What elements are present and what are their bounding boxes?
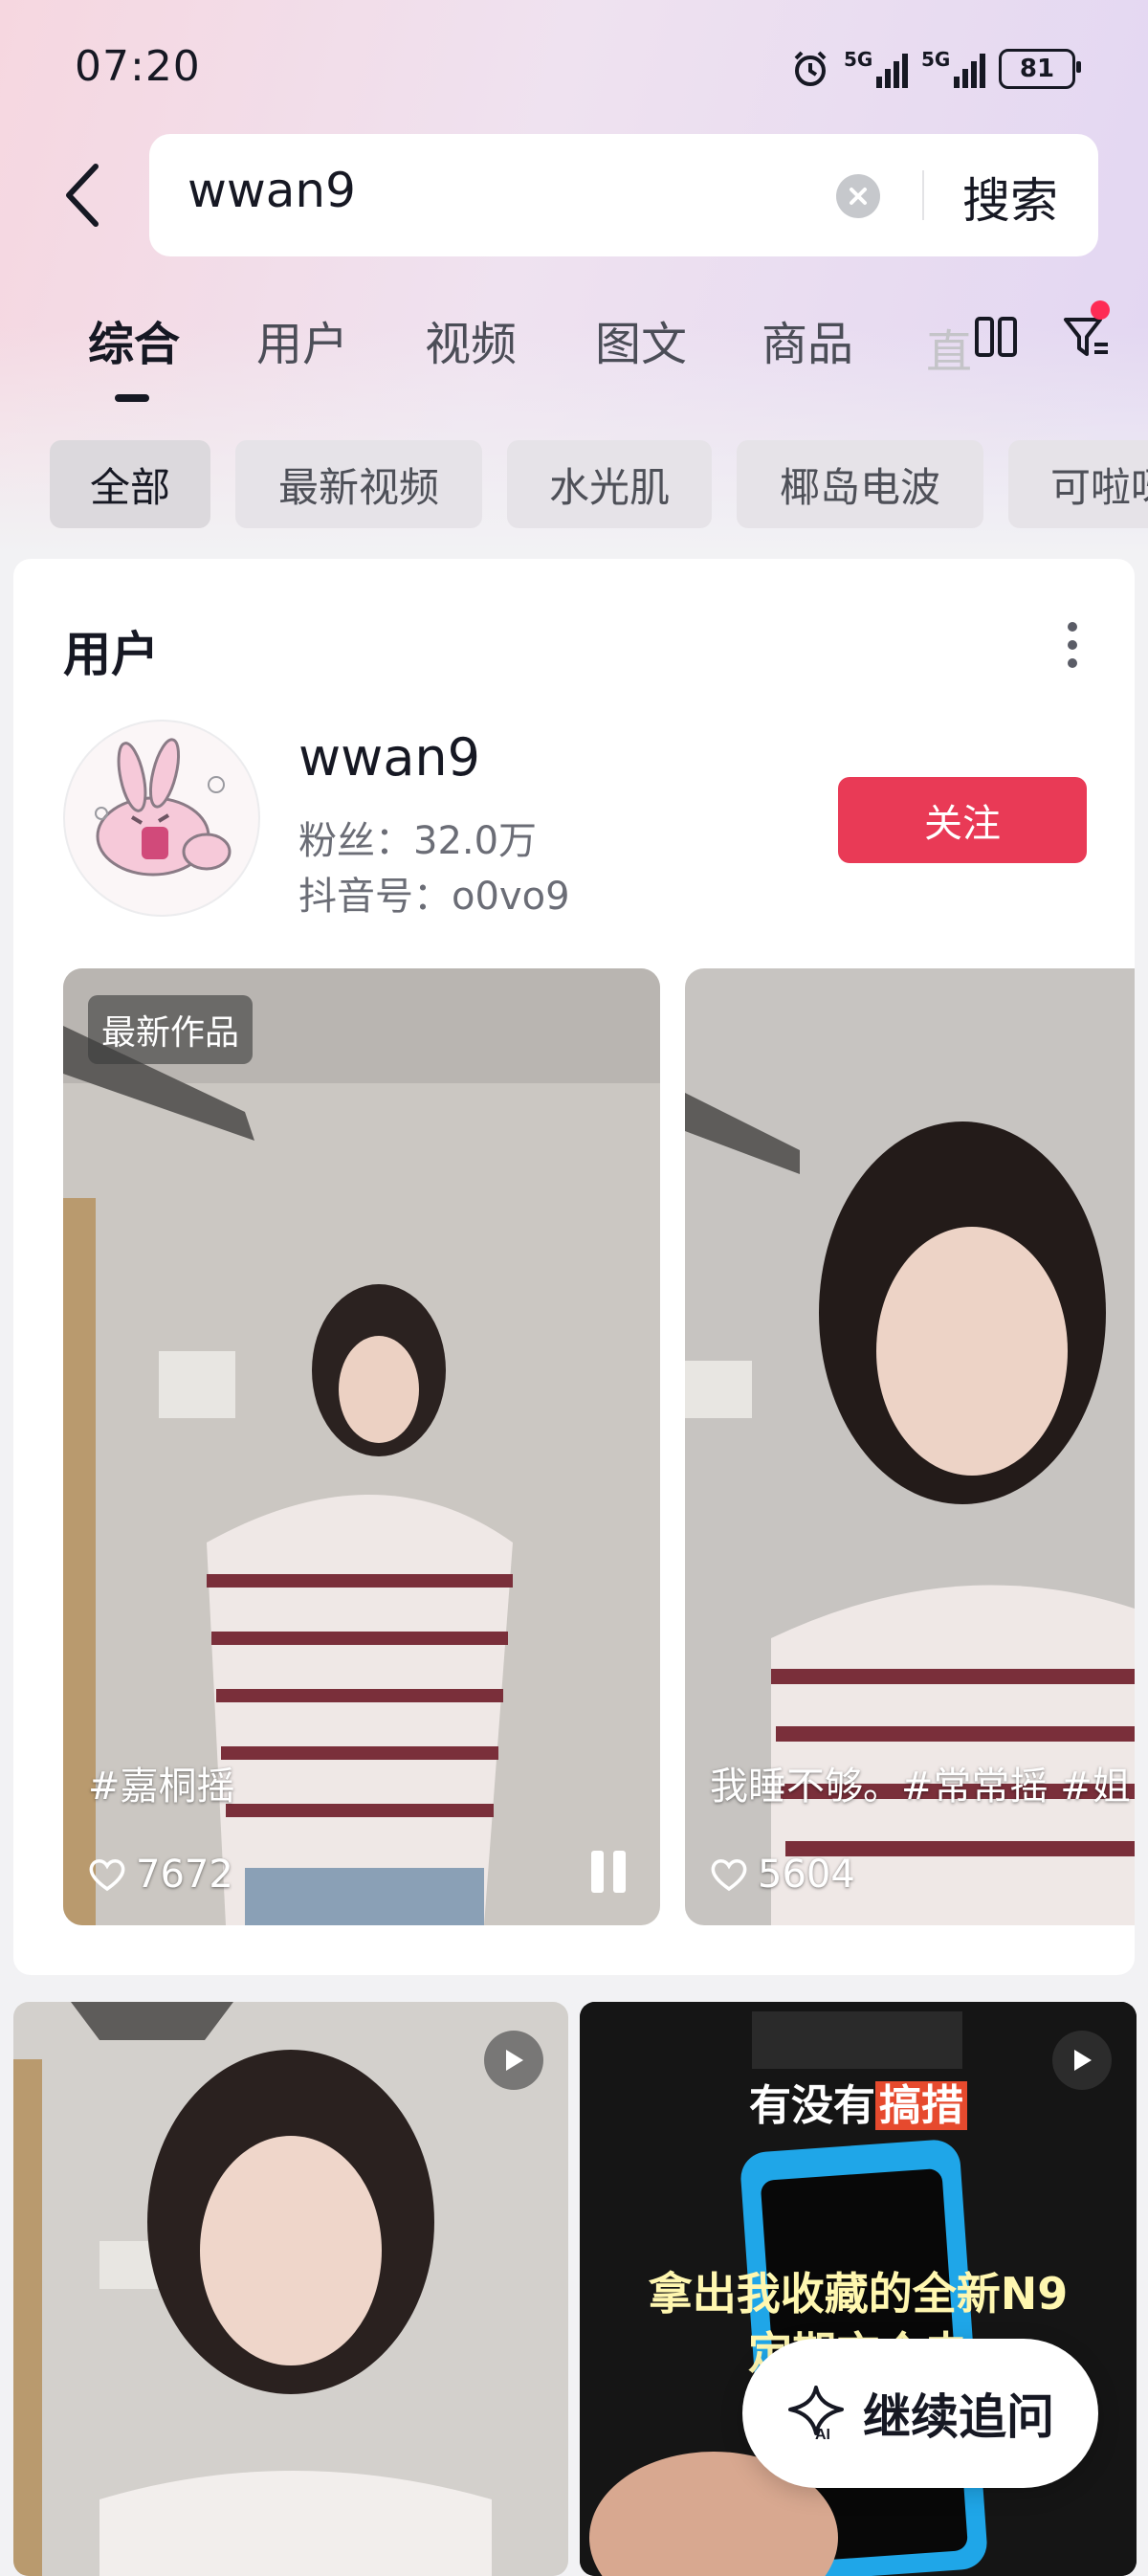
chip-coconut-wave[interactable]: 椰岛电波	[737, 440, 983, 528]
battery-icon: 81	[999, 49, 1081, 89]
filter-icon[interactable]	[1062, 312, 1112, 362]
section-title: 用户	[63, 627, 159, 682]
ai-button-label: 继续追问	[863, 2389, 1054, 2445]
grid-video-tile[interactable]	[13, 2002, 568, 2576]
grid-video-tile[interactable]: 有没有搞措 拿出我收藏的全新N9 定期充个电	[580, 2002, 1137, 2576]
like-count: 7672	[88, 1853, 233, 1897]
video-caption[interactable]: #嘉桐摇	[88, 1755, 235, 1810]
layout-toggle-icon[interactable]	[974, 316, 1018, 358]
tab-all[interactable]: 综合	[88, 306, 180, 373]
like-count: 5604	[710, 1853, 855, 1897]
signal-icon-2: 5G	[921, 48, 985, 88]
play-icon	[484, 2031, 543, 2090]
close-icon	[850, 188, 867, 205]
pause-icon[interactable]	[589, 1851, 628, 1893]
chip-kelaya[interactable]: 可啦呀	[1008, 440, 1148, 528]
filter-chips: 全部 最新视频 水光肌 椰岛电波 可啦呀	[50, 440, 1148, 528]
user-result-card: 用户 wwan9 粉丝：32.0万 抖音号：o0vo9 关注 最新作品 #嘉桐摇…	[13, 559, 1135, 1975]
video-card[interactable]: 最新作品 #嘉桐摇 7672	[63, 968, 660, 1925]
ai-follow-up-button[interactable]: AI 继续追问	[742, 2339, 1098, 2488]
heart-icon	[711, 1859, 747, 1892]
fans-count: 粉丝：32.0万	[298, 819, 538, 863]
tab-users[interactable]: 用户	[256, 306, 348, 373]
follow-button[interactable]: 关注	[838, 777, 1087, 863]
video-thumbnail	[13, 2002, 568, 2576]
clock: 07:20	[75, 42, 201, 91]
video-caption[interactable]: 我睡不够。#常常摇 #姐	[710, 1755, 1131, 1810]
status-icons: 5G 5G 81	[790, 46, 1081, 92]
tile-title: 有没有搞措	[580, 2071, 1137, 2132]
more-options-icon[interactable]	[1066, 622, 1079, 670]
chip-all[interactable]: 全部	[50, 440, 210, 528]
like-count-value: 7672	[136, 1853, 233, 1897]
battery-level: 81	[1019, 55, 1055, 83]
search-divider	[922, 170, 924, 220]
back-arrow-icon[interactable]	[59, 161, 107, 230]
like-count-value: 5604	[758, 1853, 855, 1897]
search-button[interactable]: 搜索	[962, 163, 1058, 232]
latest-badge: 最新作品	[88, 995, 254, 1064]
tab-overflow[interactable]: 直	[926, 314, 972, 381]
filter-notification-dot	[1091, 300, 1110, 320]
chip-hydrating-skin[interactable]: 水光肌	[507, 440, 712, 528]
clear-search-button[interactable]	[836, 174, 880, 218]
tab-products[interactable]: 商品	[762, 306, 853, 373]
search-box[interactable]: wwan9 搜索	[149, 134, 1098, 256]
status-bar: 07:20 5G 5G 81	[0, 0, 1148, 134]
douyin-id: 抖音号：o0vo9	[298, 875, 570, 919]
signal-icon-1: 5G	[844, 48, 908, 88]
video-card[interactable]: 我睡不够。#常常摇 #姐 5604	[685, 968, 1135, 1925]
avatar[interactable]	[63, 720, 260, 917]
search-input[interactable]: wwan9	[188, 163, 356, 218]
active-tab-indicator	[115, 394, 149, 402]
ai-sparkle-icon: AI	[788, 2386, 844, 2443]
alarm-icon	[794, 51, 827, 86]
chip-latest-videos[interactable]: 最新视频	[235, 440, 482, 528]
tab-videos[interactable]: 视频	[425, 306, 517, 373]
heart-icon	[89, 1859, 125, 1892]
svg-text:AI: AI	[815, 2427, 830, 2443]
tab-image-text[interactable]: 图文	[595, 306, 687, 373]
bunny-avatar-icon	[95, 738, 232, 877]
username[interactable]: wwan9	[298, 727, 480, 788]
